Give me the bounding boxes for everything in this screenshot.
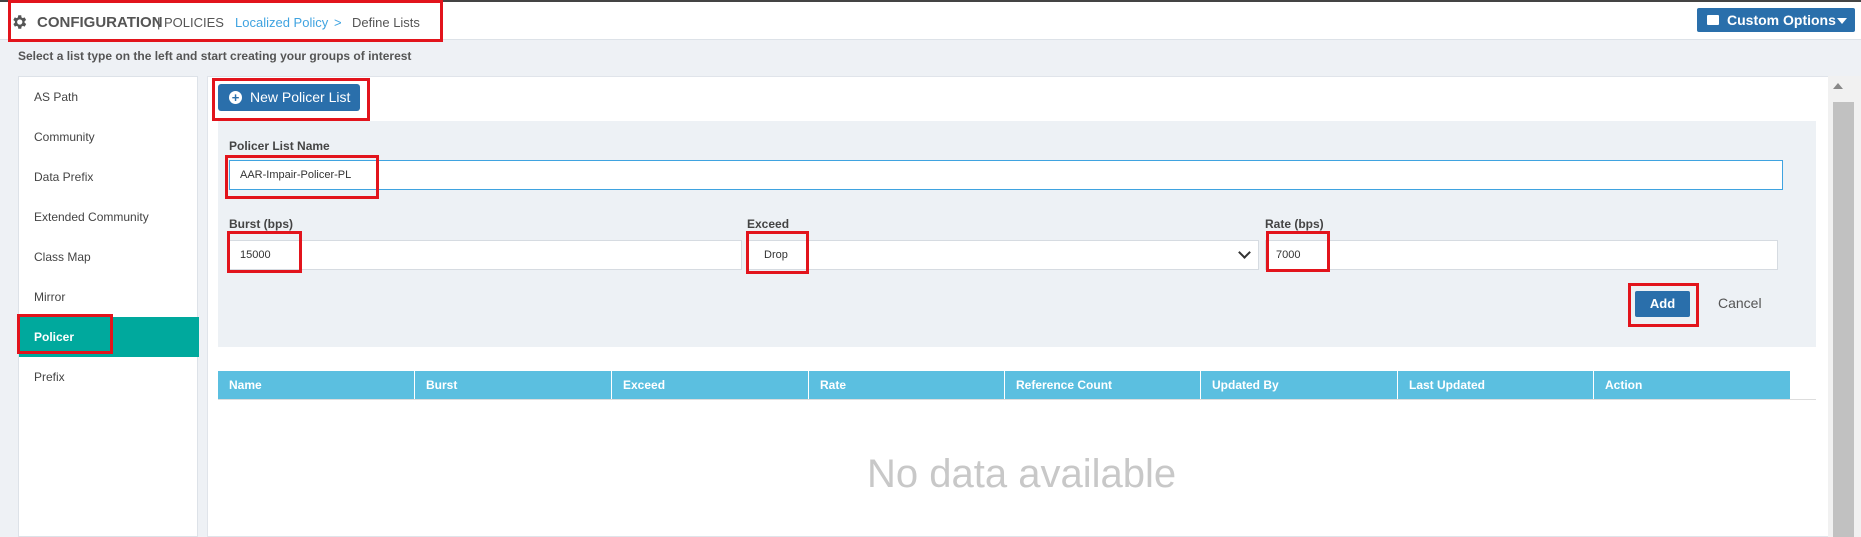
- highlight-box: [8, 0, 443, 42]
- sidebar-item-as-path[interactable]: AS Path: [19, 77, 199, 117]
- scroll-up-arrow-icon[interactable]: [1833, 83, 1843, 89]
- highlight-box: [225, 155, 379, 199]
- column-header-exceed[interactable]: Exceed: [612, 371, 809, 399]
- sidebar-item-extended-community[interactable]: Extended Community: [19, 197, 199, 237]
- cancel-button[interactable]: Cancel: [1718, 295, 1762, 311]
- list-type-sidebar: AS Path Community Data Prefix Extended C…: [18, 76, 199, 537]
- scrollbar-thumb[interactable]: [1833, 102, 1854, 537]
- column-header-name[interactable]: Name: [218, 371, 415, 399]
- table-header: Name Burst Exceed Rate Reference Count U…: [218, 371, 1790, 399]
- burst-label: Burst (bps): [229, 217, 293, 231]
- custom-options-label: Custom Options: [1727, 12, 1836, 28]
- table-divider: [218, 399, 1816, 400]
- column-header-burst[interactable]: Burst: [415, 371, 612, 399]
- rate-input[interactable]: 7000: [1265, 240, 1778, 270]
- highlight-box: [17, 314, 113, 354]
- highlight-box: [746, 231, 809, 274]
- policer-list-name-input[interactable]: AAR-Impair-Policer-PL: [229, 160, 1783, 190]
- sidebar-item-prefix[interactable]: Prefix: [19, 357, 199, 397]
- column-header-action[interactable]: Action: [1594, 371, 1790, 399]
- window-icon: [1707, 15, 1719, 25]
- policer-form: [218, 121, 1816, 347]
- sidebar-item-mirror[interactable]: Mirror: [19, 277, 199, 317]
- column-header-updated-by[interactable]: Updated By: [1201, 371, 1398, 399]
- sidebar-item-data-prefix[interactable]: Data Prefix: [19, 157, 199, 197]
- burst-input[interactable]: 15000: [229, 240, 742, 270]
- exceed-label: Exceed: [747, 217, 790, 231]
- highlight-box: [227, 231, 302, 273]
- highlight-box: [1628, 283, 1699, 327]
- highlight-box: [1266, 231, 1330, 272]
- exceed-select[interactable]: Drop: [747, 240, 1259, 270]
- column-header-reference-count[interactable]: Reference Count: [1005, 371, 1201, 399]
- column-header-rate[interactable]: Rate: [809, 371, 1005, 399]
- custom-options-button[interactable]: Custom Options: [1697, 8, 1855, 32]
- sidebar-item-class-map[interactable]: Class Map: [19, 237, 199, 277]
- column-header-last-updated[interactable]: Last Updated: [1398, 371, 1594, 399]
- highlight-box: [212, 78, 370, 121]
- instruction-text: Select a list type on the left and start…: [18, 49, 412, 63]
- rate-label: Rate (bps): [1265, 217, 1324, 231]
- sidebar-item-community[interactable]: Community: [19, 117, 199, 157]
- caret-down-icon: [1837, 18, 1847, 24]
- policer-list-name-label: Policer List Name: [229, 139, 330, 153]
- empty-table-message: No data available: [867, 452, 1177, 496]
